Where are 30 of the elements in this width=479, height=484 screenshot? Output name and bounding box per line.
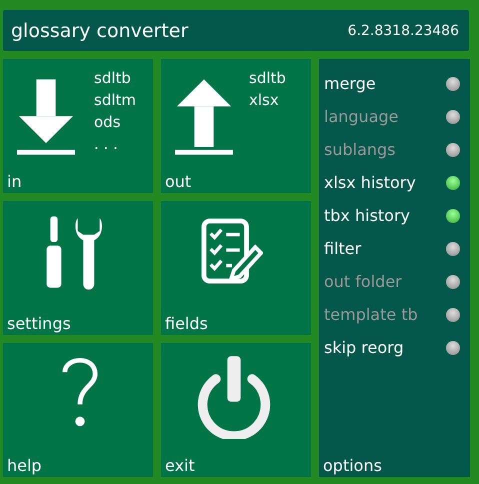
panel-label: options bbox=[323, 456, 382, 475]
format-label: xlsx bbox=[249, 90, 280, 111]
tile-label: settings bbox=[7, 314, 71, 333]
download-arrow-icon bbox=[17, 79, 75, 157]
format-label: sdltb bbox=[94, 68, 132, 89]
tile-label: in bbox=[7, 172, 22, 191]
option-toggle[interactable]: merge bbox=[324, 74, 376, 93]
tile-button[interactable]: fields bbox=[161, 201, 311, 335]
format-label: . . . bbox=[94, 134, 119, 155]
format-label: sdltm bbox=[94, 90, 136, 111]
option-toggle[interactable]: xlsx history bbox=[324, 173, 416, 192]
tile-button[interactable]: sdltb xlsx out bbox=[161, 59, 311, 193]
tile-label: help bbox=[7, 456, 42, 475]
format-label: sdltb bbox=[249, 68, 286, 89]
power-icon bbox=[195, 355, 273, 439]
tile-button[interactable]: exit bbox=[161, 343, 311, 477]
app-title: glossary converter bbox=[11, 20, 188, 42]
option-toggle[interactable]: tbx history bbox=[324, 206, 410, 225]
option-toggle[interactable]: filter bbox=[324, 239, 362, 258]
option-toggle[interactable]: skip reorg bbox=[324, 338, 404, 357]
version-number: 6.2.8318.23486 bbox=[348, 22, 459, 38]
tile-label: out bbox=[165, 172, 192, 191]
tile-button[interactable]: settings bbox=[3, 201, 153, 335]
question-mark-icon bbox=[61, 357, 99, 429]
tile-label: exit bbox=[165, 456, 195, 475]
upload-arrow-icon bbox=[175, 79, 233, 157]
tile-button[interactable]: sdltb sdltm ods . . . in bbox=[3, 59, 153, 193]
tile-label: fields bbox=[165, 314, 208, 333]
format-label: ods bbox=[94, 112, 122, 133]
tile-button[interactable]: help bbox=[3, 343, 153, 477]
